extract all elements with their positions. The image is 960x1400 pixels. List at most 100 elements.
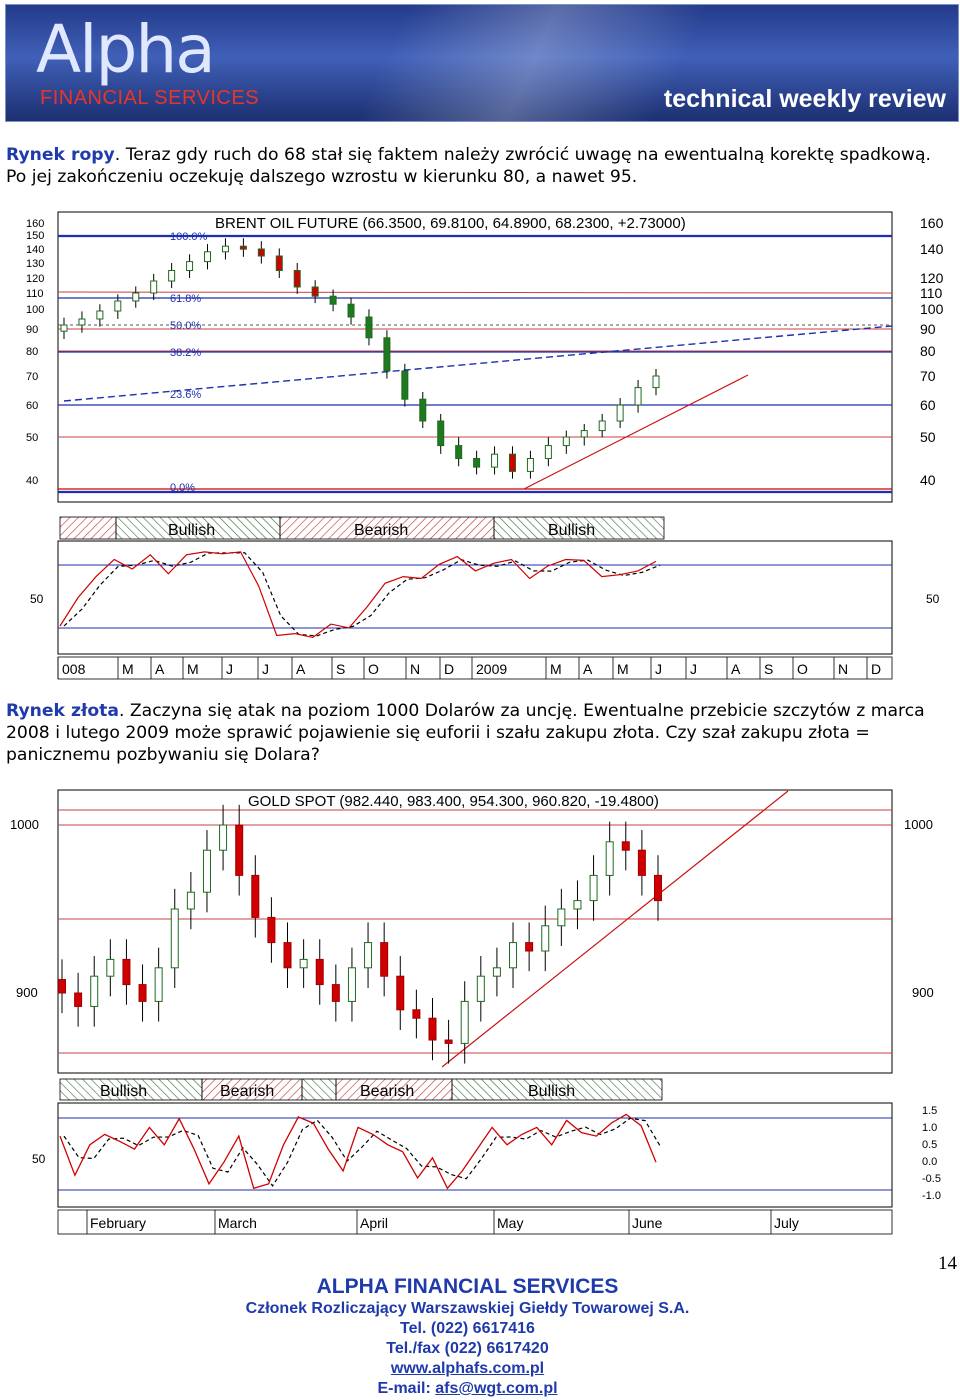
oil-candle-body (347, 303, 355, 318)
gold-candle-body (299, 958, 308, 969)
gold-month-label: July (774, 1215, 799, 1231)
company-logo: Alpha (36, 11, 216, 88)
oil-text: . Teraz gdy ruch do 68 stał się faktem n… (6, 145, 931, 187)
gold-osc-right-label: 1.0 (922, 1122, 937, 1134)
gold-candle-body (347, 967, 356, 1002)
gold-sentiment-band: Bullish Bearish Bearish Bullish (59, 1078, 663, 1101)
oil-candle-body (365, 316, 373, 339)
gold-candle-body (621, 841, 630, 851)
oil-month-label: M (187, 661, 199, 677)
gold-candle-body (396, 975, 405, 1011)
oil-y-tick-left: 150 (26, 230, 44, 242)
gold-candle-body (557, 908, 566, 927)
oil-candle-body (580, 430, 588, 438)
oil-candle-body (383, 337, 391, 372)
oil-y-tick-right: 70 (920, 368, 936, 384)
gold-candle-body (541, 925, 550, 952)
gold-candle-body (637, 849, 646, 876)
oil-candle-body (275, 255, 283, 271)
oil-candle-body (60, 324, 68, 332)
fib-label: 23.6% (170, 389, 201, 401)
gold-candle-body (138, 984, 147, 1002)
oil-y-tick-right: 110 (920, 285, 943, 301)
gold-candle-body (605, 841, 614, 876)
oil-y-tick-right: 90 (920, 321, 936, 337)
footer-website-link[interactable]: www.alphafs.com.pl (0, 1359, 935, 1379)
oil-heading: Rynek ropy (6, 145, 115, 165)
oil-candle-body (526, 458, 534, 472)
gold-candle-body (315, 958, 324, 986)
oil-candle-body (114, 300, 122, 312)
footer: ALPHA FINANCIAL SERVICES Członek Rozlicz… (0, 1274, 935, 1399)
oil-month-label: J (655, 661, 662, 677)
gold-osc-right-label: -1.0 (922, 1190, 941, 1202)
gold-candle-body (331, 984, 340, 1002)
gold-band-label-3: Bearish (360, 1083, 414, 1100)
oil-y-tick-right: 100 (920, 301, 944, 317)
fib-label: 61.8% (170, 293, 201, 305)
oil-candle-body (616, 404, 624, 422)
oil-month-label: O (797, 661, 808, 677)
oil-month-label: 2009 (476, 661, 507, 677)
oil-month-label: J (690, 661, 697, 677)
oil-month-label: A (296, 661, 306, 677)
oil-chart-title: BRENT OIL FUTURE (66.3500, 69.8100, 64.8… (215, 215, 686, 232)
gold-candle-body (122, 958, 131, 986)
oil-month-label: J (262, 661, 269, 677)
gold-candle-body (186, 891, 195, 910)
oil-candle-body (473, 458, 481, 468)
gold-y-tick-1000-right: 1000 (904, 817, 933, 832)
gold-candle-body (74, 992, 83, 1007)
footer-fax: Tel./fax (022) 6617420 (386, 1340, 549, 1357)
gold-candle-body (235, 824, 244, 876)
gold-candle-body (90, 975, 99, 1007)
gold-candle-body (476, 975, 485, 1002)
gold-chart: GOLD SPOT (982.440, 983.400, 954.300, 96… (10, 789, 941, 1235)
gold-candle-body (444, 1039, 453, 1044)
oil-candle-body (293, 270, 301, 288)
header-banner: Alpha FINANCIAL SERVICES technical weekl… (5, 4, 959, 122)
gold-osc-right-labels: 1.5 1.0 0.5 0.0 -0.5 -1.0 (922, 1105, 941, 1202)
oil-candle-body (544, 445, 552, 460)
gold-candle-body (492, 967, 501, 977)
oil-candle-body (239, 245, 247, 250)
oil-candle-body (150, 280, 158, 294)
gold-paragraph: Rynek złota. Zaczyna się atak na poziom … (6, 700, 958, 766)
oil-candle-body (257, 248, 265, 257)
oil-osc-label-left: 50 (30, 592, 44, 606)
oil-y-tick-right: 60 (920, 397, 936, 413)
gold-candle-body (460, 1000, 469, 1044)
gold-candle-body (251, 874, 260, 918)
oil-month-label: N (410, 661, 420, 677)
gold-candle-body (573, 900, 582, 910)
oil-y-tick-left: 120 (26, 273, 44, 285)
oil-month-label: M (122, 661, 134, 677)
oil-chart: BRENT OIL FUTURE (66.3500, 69.8100, 64.8… (26, 211, 944, 680)
oil-y-tick-left: 140 (26, 244, 44, 256)
oil-month-label: J (226, 661, 233, 677)
oil-month-label: N (838, 661, 848, 677)
oil-y-tick-left: 90 (26, 324, 38, 336)
footer-email-link[interactable]: afs@wgt.com.pl (435, 1380, 557, 1397)
oil-y-tick-right: 40 (920, 472, 936, 488)
gold-month-label: May (497, 1215, 523, 1231)
fib-label: 0.0% (170, 482, 195, 494)
gold-candle-body (525, 942, 534, 952)
oil-candle-body (168, 270, 176, 282)
oil-month-label: A (155, 661, 165, 677)
oil-band-label-1: Bullish (168, 522, 215, 539)
oil-candle-body (419, 398, 427, 422)
oil-candle-body (634, 387, 642, 406)
oil-candle-body (96, 310, 104, 320)
oil-candle-body (455, 445, 463, 460)
gold-candle-body (509, 942, 518, 969)
oil-y-tick-left: 50 (26, 432, 38, 444)
oil-y-tick-left: 70 (26, 371, 38, 383)
gold-candle-body (428, 1017, 437, 1041)
gold-month-axis (57, 1209, 893, 1235)
oil-month-label: O (368, 661, 379, 677)
oil-band-label-3: Bullish (548, 522, 595, 539)
fib-label: 100.0% (170, 231, 208, 243)
gold-month-label: March (218, 1215, 257, 1231)
fib-label: 50.0% (170, 320, 201, 332)
